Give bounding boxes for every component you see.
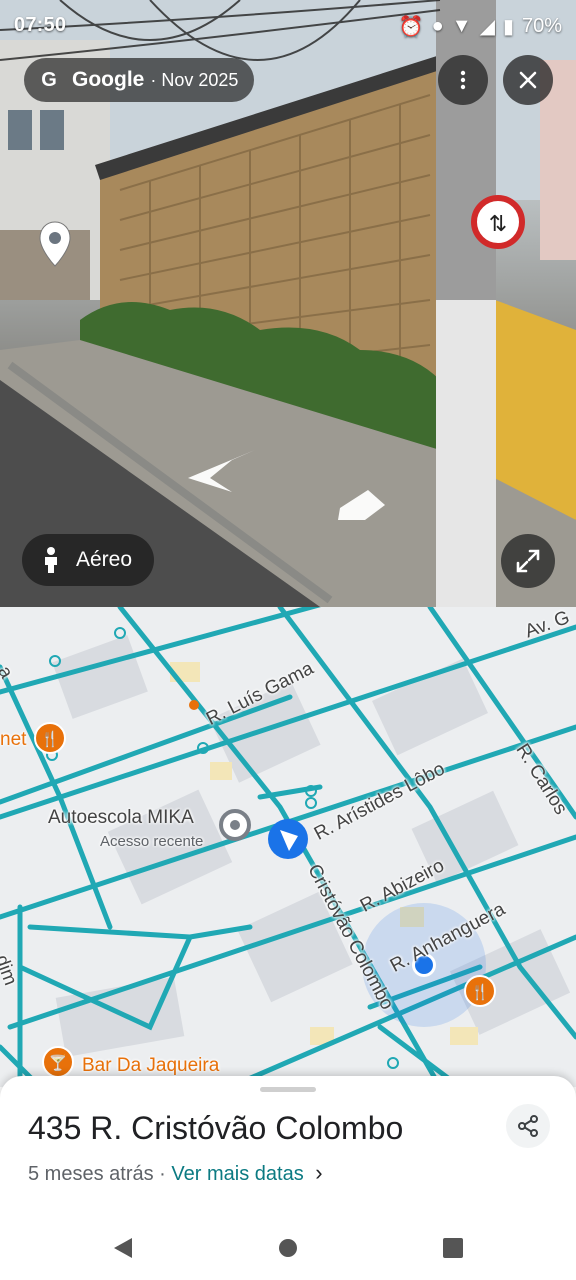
place-marker-icon[interactable] <box>38 220 72 268</box>
fullscreen-button[interactable] <box>501 534 555 588</box>
map-label-acesso-recente: Acesso recente <box>100 833 204 850</box>
battery-icon: ▮ <box>502 16 514 38</box>
location-icon: ● <box>431 15 444 37</box>
expand-icon <box>516 549 540 573</box>
map-label-net[interactable]: net <box>0 729 26 751</box>
close-button[interactable] <box>503 55 553 105</box>
svg-text:⇅: ⇅ <box>489 212 507 237</box>
svg-text:🍴: 🍴 <box>41 730 60 748</box>
home-icon[interactable] <box>277 1237 299 1259</box>
brand-label: Google <box>72 68 145 91</box>
share-icon <box>518 1115 538 1137</box>
capture-date: · Nov 2025 <box>150 69 239 90</box>
back-icon[interactable] <box>112 1236 134 1260</box>
recents-icon[interactable] <box>442 1237 464 1259</box>
more-options-button[interactable] <box>438 55 488 105</box>
signal-icon: ◢ <box>479 16 495 38</box>
capture-age: 5 meses atrás <box>28 1163 154 1185</box>
sheet-drag-handle[interactable] <box>260 1087 316 1092</box>
capture-info: 5 meses atrás · Ver mais datas › <box>28 1160 323 1186</box>
share-button[interactable] <box>506 1104 550 1148</box>
status-bar: 07:50 ⏰ ● ▼ ◢ ▮ 70% <box>0 0 576 54</box>
status-time: 07:50 <box>14 14 67 36</box>
aerial-label: Aéreo <box>76 548 133 571</box>
imagery-source-pill[interactable]: G Google · Nov 2025 <box>24 58 255 102</box>
svg-text:🍸: 🍸 <box>49 1053 68 1072</box>
aerial-view-button[interactable]: Aéreo <box>22 534 155 586</box>
close-icon <box>519 71 537 89</box>
alarm-icon: ⏰ <box>398 16 424 38</box>
svg-text:🍴: 🍴 <box>471 983 490 1001</box>
person-icon <box>45 547 57 573</box>
address-title: 435 R. Cristóvão Colombo <box>28 1110 404 1146</box>
map-label-autoescola[interactable]: Autoescola MIKA <box>48 807 194 829</box>
wifi-icon: ▼ <box>451 15 472 37</box>
chevron-right-icon[interactable]: › <box>315 1160 322 1185</box>
google-g-icon: G <box>41 68 57 91</box>
map-label-bar-da-jaqueira[interactable]: Bar Da Jaqueira <box>82 1055 219 1077</box>
more-dates-link[interactable]: Ver mais datas <box>171 1163 303 1185</box>
battery-percent: 70% <box>521 15 562 37</box>
map-panel[interactable]: 🍴 🍴 🍸 Av. G R. Luís Gama R. Arístides Lô… <box>0 607 576 1087</box>
system-nav-bar <box>0 1216 576 1280</box>
separator-dot: · <box>159 1163 166 1185</box>
more-vert-icon <box>460 70 466 90</box>
